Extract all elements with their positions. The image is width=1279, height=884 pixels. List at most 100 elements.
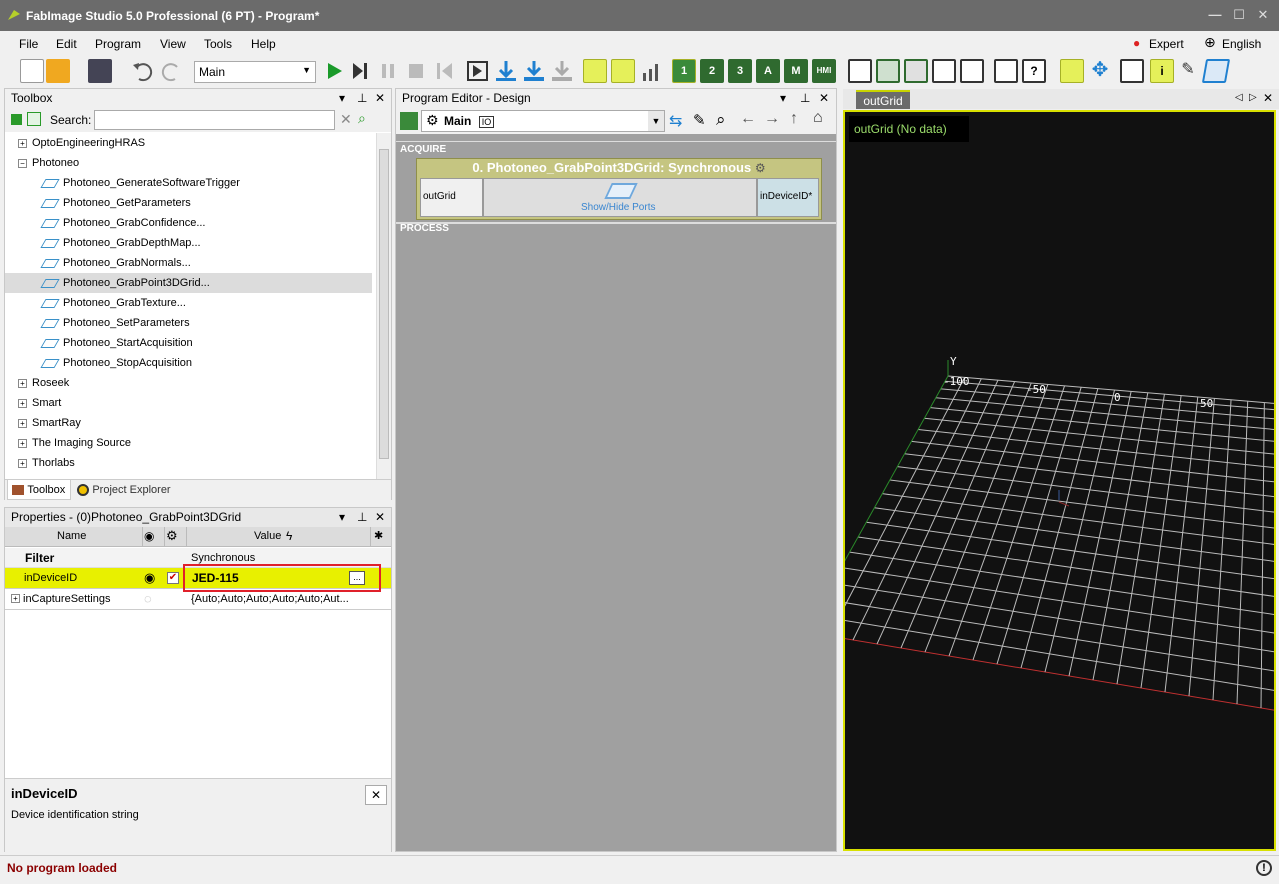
iterate-icon[interactable] <box>466 59 490 83</box>
dropdown-icon[interactable]: ▾ <box>339 508 345 527</box>
toolbox-filter-item[interactable]: Photoneo_GetParameters <box>5 193 372 213</box>
toolbox-filter-item[interactable]: Photoneo_GrabNormals... <box>5 253 372 273</box>
tab-toolbox[interactable]: Toolbox <box>7 480 71 500</box>
new-file-icon[interactable] <box>20 59 44 83</box>
filter-block[interactable]: 0. Photoneo_GrabPoint3DGrid: Synchronous… <box>416 158 822 220</box>
scrollbar[interactable] <box>376 133 391 479</box>
tool-list-icon[interactable] <box>611 59 635 83</box>
close-button[interactable]: ✕ <box>1254 6 1272 24</box>
search-input[interactable] <box>94 110 335 130</box>
expand-icon[interactable]: + <box>18 418 27 428</box>
expand-icon[interactable]: − <box>18 158 27 168</box>
undo-icon[interactable] <box>131 59 155 83</box>
info-icon[interactable]: i <box>1150 59 1174 83</box>
scroll-left-icon[interactable]: ◁ <box>1235 92 1243 103</box>
layout-single-icon[interactable] <box>848 59 872 83</box>
pipette-icon[interactable]: ✎ <box>1176 59 1200 83</box>
step-over-icon[interactable] <box>348 59 372 83</box>
step-into-2-icon[interactable] <box>522 59 546 83</box>
expand-icon[interactable]: + <box>18 438 27 448</box>
layout-columns-icon[interactable] <box>932 59 956 83</box>
mode-m-button[interactable]: M <box>784 59 808 83</box>
toolbox-filter-item[interactable]: Photoneo_StopAcquisition <box>5 353 372 373</box>
expand-icon[interactable]: + <box>18 378 27 388</box>
back-arrow-icon[interactable]: ← <box>740 110 756 128</box>
move-view-icon[interactable]: ✥ <box>1088 59 1112 83</box>
scroll-right-icon[interactable]: ▷ <box>1249 92 1257 103</box>
toolbox-filter-item[interactable]: Photoneo_SetParameters <box>5 313 372 333</box>
expand-icon[interactable]: + <box>11 594 20 603</box>
pin-icon[interactable]: ⊥ <box>800 89 810 108</box>
eye-icon[interactable]: ◉ <box>144 570 155 586</box>
mode-a-button[interactable]: A <box>756 59 780 83</box>
mode-2-button[interactable]: 2 <box>700 59 724 83</box>
filter-icon[interactable] <box>27 112 41 126</box>
close-icon[interactable]: ✕ <box>1263 91 1273 105</box>
toolbox-filter-item[interactable]: Photoneo_GrabDepthMap... <box>5 233 372 253</box>
menu-edit[interactable]: Edit <box>56 37 77 51</box>
layout-grid-icon[interactable] <box>876 59 900 83</box>
up-arrow-icon[interactable]: ↑ <box>790 110 798 128</box>
toolbox-category[interactable]: + The Imaging Source <box>5 433 372 453</box>
mail-icon[interactable] <box>994 59 1018 83</box>
rotate-view-icon[interactable] <box>1060 59 1084 83</box>
toolbox-category[interactable]: + Roseek <box>5 373 372 393</box>
macro-select[interactable]: ⚙ Main IO ▼ <box>421 110 665 132</box>
toolbox-filter-item[interactable]: Photoneo_GrabPoint3DGrid... <box>5 273 372 293</box>
eye-hidden-icon[interactable]: ◌ <box>144 591 152 606</box>
zoom-fit-icon[interactable] <box>1120 59 1144 83</box>
close-icon[interactable]: ✕ <box>375 89 385 108</box>
property-value[interactable]: {Auto;Auto;Auto;Auto;Auto;Aut... <box>191 593 349 605</box>
toolbox-filter-item[interactable]: Photoneo_GenerateSoftwareTrigger <box>5 173 372 193</box>
layout-rows-icon[interactable] <box>904 59 928 83</box>
menu-file[interactable]: File <box>19 37 38 51</box>
menu-help[interactable]: Help <box>251 37 276 51</box>
tab-project-explorer[interactable]: Project Explorer <box>75 482 171 496</box>
column-value[interactable]: Value <box>254 530 281 542</box>
program-select[interactable]: Main ▼ <box>194 61 316 83</box>
program-list-icon[interactable] <box>400 112 418 130</box>
menu-view[interactable]: View <box>160 37 186 51</box>
menu-tools[interactable]: Tools <box>204 37 232 51</box>
toolbox-category[interactable]: + SmartRay <box>5 413 372 433</box>
toolbox-category[interactable]: + Thorlabs <box>5 453 372 473</box>
mode-hmi-button[interactable]: HMI <box>812 59 836 83</box>
toolbox-category[interactable]: + OptoEngineeringHRAS <box>5 133 372 153</box>
toolbox-category[interactable]: − Photoneo <box>5 153 372 173</box>
block-body[interactable]: Show/Hide Ports <box>483 178 757 217</box>
pause-icon[interactable] <box>376 59 400 83</box>
search-options-icon[interactable]: ⌕ <box>358 110 366 127</box>
expand-icon[interactable]: + <box>18 398 27 408</box>
search-icon[interactable]: ⌕ <box>716 110 726 130</box>
grid-view-icon[interactable] <box>11 114 22 125</box>
statistics-icon[interactable] <box>639 59 663 83</box>
property-row-incapturesettings[interactable]: + inCaptureSettings ◌ {Auto;Auto;Auto;Au… <box>5 589 391 610</box>
input-port[interactable]: inDeviceID* <box>757 178 819 217</box>
tool-wrench-icon[interactable] <box>583 59 607 83</box>
mode-1-button[interactable]: 1 <box>672 59 696 83</box>
step-into-icon[interactable] <box>494 59 518 83</box>
expert-mode-button[interactable]: Expert <box>1149 37 1184 51</box>
open-folder-icon[interactable] <box>46 59 70 83</box>
mode-3-button[interactable]: 3 <box>728 59 752 83</box>
forward-arrow-icon[interactable]: → <box>764 110 780 128</box>
run-icon[interactable] <box>322 59 346 83</box>
language-button[interactable]: English <box>1222 37 1261 51</box>
ellipsis-button[interactable]: ... <box>349 571 365 585</box>
step-out-icon[interactable] <box>550 59 574 83</box>
checkbox[interactable]: ✔ <box>167 572 179 584</box>
edit-icon[interactable]: ✎ <box>693 111 706 129</box>
dropdown-icon[interactable]: ▾ <box>780 89 786 108</box>
expand-icon[interactable]: + <box>18 138 27 148</box>
show-hide-ports-icon[interactable] <box>604 183 638 199</box>
stop-icon[interactable] <box>404 59 428 83</box>
warning-icon[interactable]: ! <box>1256 860 1272 876</box>
redo-icon[interactable] <box>159 59 183 83</box>
clear-search-icon[interactable]: ✕ <box>340 111 352 128</box>
close-icon[interactable]: ✕ <box>375 508 385 527</box>
property-value[interactable]: JED-115 <box>192 571 239 585</box>
close-icon[interactable]: ✕ <box>365 785 387 805</box>
column-name[interactable]: Name <box>57 530 86 542</box>
expand-icon[interactable]: + <box>18 458 27 468</box>
3d-view-canvas[interactable]: outGrid (No data) Y -100 -50 0 50 <box>843 110 1276 851</box>
